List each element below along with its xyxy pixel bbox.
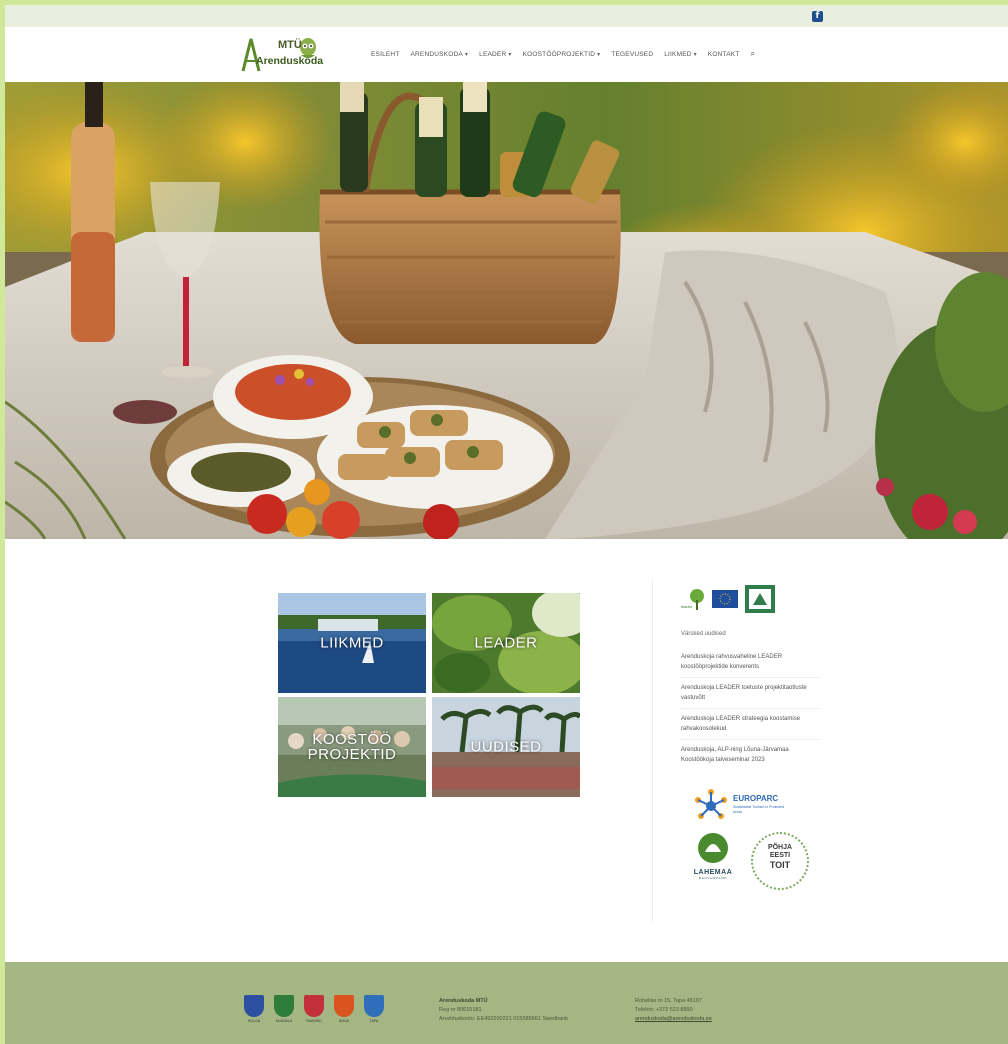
nav-label: ARENDUSKODA [410,50,463,58]
site-footer: KOLGA KUUSALU RAASIKU ANIJA TAPA Arendus… [5,962,1008,1044]
logo-line-1: MTÜ [278,39,302,51]
footer-org-info: Arenduskoda MTÜ Reg nr 80615181 Arveldus… [439,997,568,1024]
municipality-crests: KOLGA KUUSALU RAASIKU ANIJA TAPA [243,995,385,1023]
news-list: Arenduskoja rahvusvaheline LEADER koostö… [681,647,821,770]
news-item[interactable]: Arenduskoja, ALP-ning Lõuna-Järvamaa Koo… [681,740,821,770]
chevron-down-icon: ▾ [464,50,469,58]
nav-item-leader[interactable]: LEADER ▾ [479,49,511,59]
footer-org-name: Arenduskoda MTÜ [439,998,488,1004]
crest-shield-icon [334,995,354,1017]
footer-phone: Telefon: +372 523 8890 [635,1007,693,1013]
lahemaa-emblem-icon [698,833,728,863]
partner-logos: EUROPARC Sustainable Tourism in Protecte… [681,788,824,908]
chevron-down-icon: ▾ [597,50,601,58]
tile-leader[interactable]: LEADER [432,593,580,693]
leader-tree-logo: leader [681,589,704,610]
tile-label: UUDISED [470,738,542,756]
pohja-eesti-toit-logo[interactable]: PÕHJA EESTI TOIT [751,832,809,890]
chevron-down-icon: ▾ [693,50,697,58]
funding-logos: leader [681,583,824,615]
nav-label: ESILEHT [371,50,400,58]
crest-shield-icon [274,995,294,1017]
rural-development-logo [745,585,775,613]
nav-label: KONTAKT [707,50,740,58]
crest-label: KOLGA [247,1019,261,1023]
footer-contact-info: Rohelise tn 15, Tapa 45107 Telefon: +372… [635,997,712,1024]
nav-item-kontakt[interactable]: KONTAKT [708,49,740,59]
footer-reg-code: Reg nr 80615181 [439,1007,482,1013]
facebook-icon[interactable]: f [812,10,823,22]
picnic-scene-image [5,82,1008,539]
page: f MTÜ Arenduskoda ESILEHT ARENDUSKODA ▾ … [5,5,1008,1044]
lahemaa-label: LAHEMAA [693,869,733,876]
europarc-logo[interactable]: EUROPARC Sustainable Tourism in Protecte… [693,788,793,828]
pohja-line-1: PÕHJA [767,844,793,851]
tile-label: LIIKMED [320,634,384,652]
nav-label: LIIKMED [664,50,692,58]
tile-liikmed[interactable]: LIIKMED [278,593,426,693]
tile-label: KOOSTÖÖ PROJEKTID [307,731,397,763]
crest-kuusalu[interactable]: KUUSALU [273,995,295,1023]
nav-label: TEGEVUSED [611,50,654,58]
tile-label: LEADER [474,634,538,652]
crest-shield-icon [244,995,264,1017]
news-item[interactable]: Arenduskoja LEADER toetuste projektitaot… [681,678,821,709]
pohja-line-3: TOIT [769,860,791,870]
main-content: LIIKMED LEADER KOOSTÖÖ PROJEKTID UUDISED… [5,539,1008,962]
nav-label: LEADER [479,50,507,58]
crest-kolga[interactable]: KOLGA [243,995,265,1023]
nav-item-tegevused[interactable]: TEGEVUSED [611,49,653,59]
news-item[interactable]: Arenduskoja LEADER strateegia koostamise… [681,709,821,740]
crest-shield-icon [304,995,324,1017]
europarc-star-icon [695,789,727,819]
logo-line-2: Arenduskoda [256,55,324,67]
tile-koostooprojektid[interactable]: KOOSTÖÖ PROJEKTID [278,697,426,797]
eu-flag-icon [712,590,738,608]
category-tiles: LIIKMED LEADER KOOSTÖÖ PROJEKTID UUDISED [278,593,580,797]
nav-item-liikmed[interactable]: LIIKMED ▾ [664,49,697,59]
hero-image [5,82,1008,539]
crest-label: ANIJA [339,1019,349,1023]
footer-bank: Arvelduskonto: EE492200221 015585961 Swe… [439,1016,569,1022]
crest-label: KUUSALU [275,1019,293,1023]
chevron-down-icon: ▾ [508,50,512,58]
crest-tapa[interactable]: TAPA [363,995,385,1023]
footer-address: Rohelise tn 15, Tapa 45107 [635,998,702,1004]
search-button[interactable]: ⌕ [751,49,756,59]
crest-anija[interactable]: ANIJA [333,995,355,1023]
search-icon: ⌕ [750,49,756,58]
crest-shield-icon [364,995,384,1017]
crest-raasiku[interactable]: RAASIKU [303,995,325,1023]
leader-text: leader [681,604,693,609]
sidebar-title: Värsked uudised [681,631,726,637]
site-header: MTÜ Arenduskoda ESILEHT ARENDUSKODA ▾ LE… [5,27,1008,81]
europarc-title: EUROPARC [733,794,779,803]
sidebar: leader Värsked uudised Arenduskoja rahvu… [652,579,824,923]
nav-item-arenduskoda[interactable]: ARENDUSKODA ▾ [411,49,469,59]
nav-item-koostooprojektid[interactable]: KOOSTÖÖPROJEKTID ▾ [523,49,601,59]
europarc-subtitle: Sustainable Tourism in Protected Areas [733,805,785,814]
news-item[interactable]: Arenduskoja rahvusvaheline LEADER koostö… [681,647,821,678]
lahemaa-sublabel: RAHVUSPARK [698,876,728,880]
lahemaa-logo[interactable]: LAHEMAA RAHVUSPARK [683,832,743,892]
footer-email-link[interactable]: arenduskoda@arenduskoda.ee [635,1016,712,1022]
crest-label: TAPA [369,1019,379,1023]
site-logo[interactable]: MTÜ Arenduskoda [240,35,324,73]
crest-label: RAASIKU [306,1019,322,1023]
tile-uudised[interactable]: UUDISED [432,697,580,797]
pohja-line-2: EESTI [769,852,791,859]
nav-label: KOOSTÖÖPROJEKTID [522,50,596,58]
main-nav: ESILEHT ARENDUSKODA ▾ LEADER ▾ KOOSTÖÖPR… [371,49,755,59]
nav-item-esileht[interactable]: ESILEHT [371,49,400,59]
top-bar: f [5,5,1008,27]
